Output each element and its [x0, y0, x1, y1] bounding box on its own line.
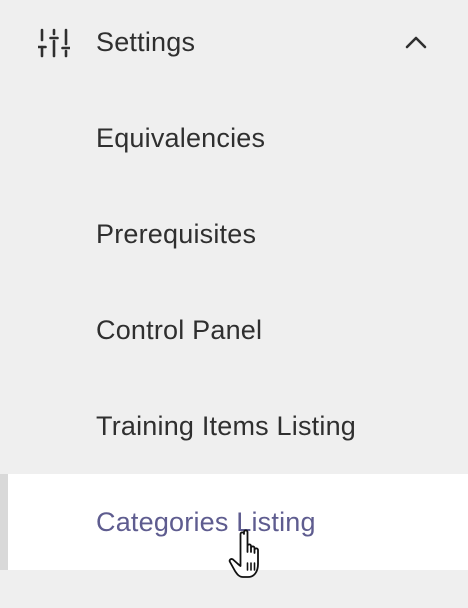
nav-item-training-items-listing[interactable]: Training Items Listing: [0, 378, 468, 474]
nav-item-label: Training Items Listing: [96, 411, 357, 441]
nav-item-label: Prerequisites: [96, 219, 257, 249]
nav-item-label: Equivalencies: [96, 123, 266, 153]
nav-item-label: Categories Listing: [96, 507, 316, 537]
settings-title: Settings: [96, 27, 196, 57]
nav-item-prerequisites[interactable]: Prerequisites: [0, 186, 468, 282]
sliders-icon: [38, 28, 70, 58]
nav-item-partial[interactable]: [96, 592, 276, 608]
sidebar: Settings Equivalencies Prerequisites Con…: [0, 0, 468, 608]
nav-item-categories-listing[interactable]: Categories Listing: [0, 474, 468, 570]
chevron-up-icon[interactable]: [402, 30, 430, 54]
nav-item-control-panel[interactable]: Control Panel: [0, 282, 468, 378]
nav-item-equivalencies[interactable]: Equivalencies: [0, 90, 468, 186]
settings-section-header[interactable]: Settings: [0, 0, 468, 86]
nav-item-label: Control Panel: [96, 315, 263, 345]
